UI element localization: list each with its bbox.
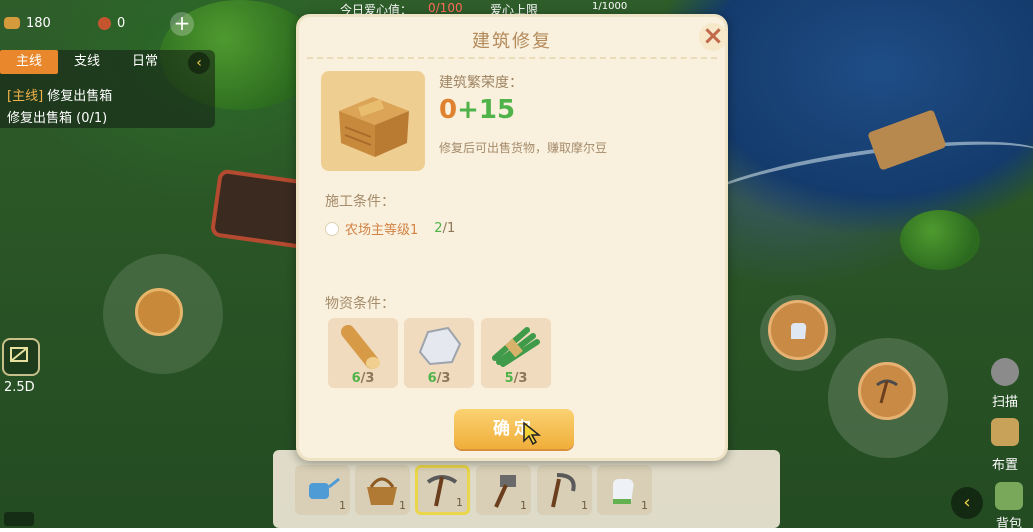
joystick-knob[interactable]: [135, 288, 183, 336]
tool-count: 1: [399, 499, 406, 512]
wood-resource: 180: [4, 10, 51, 36]
construction-condition: 农场主等级1 2/1: [325, 219, 455, 238]
condition-check-icon: [325, 221, 339, 236]
wood-count: 180: [26, 15, 51, 31]
materials-label: 物资条件：: [325, 296, 395, 312]
sale-box-icon: [339, 97, 409, 157]
building-description: 修复后可出售货物，赚取摩尔豆: [439, 141, 608, 155]
glove-action-button[interactable]: [768, 300, 828, 360]
material-count: 5/3: [481, 371, 551, 386]
tool-slot-hammer[interactable]: 1: [476, 465, 531, 515]
title-divider: [307, 57, 717, 59]
collapse-quest-button[interactable]: ‹: [188, 52, 210, 74]
camera-view-icon: [10, 347, 28, 362]
pickaxe-icon: [876, 379, 898, 404]
quest-panel: 主线 支线 日常 [主线] 修复出售箱 修复出售箱 (0/1): [0, 50, 215, 128]
tab-side-quest[interactable]: 支线: [58, 50, 116, 74]
pickaxe-action-button[interactable]: [858, 362, 916, 420]
love-value: 0/100: [428, 1, 463, 15]
scan-icon[interactable]: [991, 358, 1019, 386]
menu-icon[interactable]: [4, 512, 34, 526]
tool-count: 1: [581, 499, 588, 512]
view-mode-label: 2.5D: [4, 380, 35, 395]
love-limit-bar: 1/1000: [592, 1, 628, 12]
prosperity-value: 0+15: [439, 95, 515, 125]
tool-count: 1: [641, 499, 648, 512]
tool-slot-glove[interactable]: 1: [597, 465, 652, 515]
construction-label: 施工条件：: [325, 194, 395, 210]
grass-bundle-icon: [492, 327, 540, 367]
material-have: 5: [504, 371, 514, 386]
quest-title[interactable]: [主线] 修复出售箱: [7, 85, 112, 104]
mole-bean-icon: [98, 16, 111, 30]
layout-icon[interactable]: [991, 418, 1019, 446]
tab-daily-quest[interactable]: 日常: [116, 50, 174, 74]
condition-have: 2: [434, 221, 443, 236]
tool-count: 1: [339, 499, 346, 512]
close-button[interactable]: ×: [699, 23, 727, 51]
tool-slot-basket[interactable]: 1: [355, 465, 410, 515]
dialog-title: 建筑修复: [472, 31, 552, 52]
quest-tag: [主线]: [7, 89, 44, 104]
material-have: 6: [351, 371, 361, 386]
material-count: 6/3: [328, 371, 398, 386]
material-need: /3: [436, 371, 451, 386]
prosperity-label: 建筑繁荣度：: [439, 75, 523, 91]
material-need: /3: [360, 371, 375, 386]
collapse-side-button[interactable]: ‹: [951, 487, 983, 519]
building-thumbnail: [321, 71, 425, 171]
add-currency-button[interactable]: +: [170, 12, 194, 36]
tool-count: 1: [456, 496, 463, 509]
tool-slot-pickaxe[interactable]: 1: [415, 465, 470, 515]
shoreline: [687, 125, 1033, 239]
confirm-button[interactable]: 确定: [454, 409, 574, 449]
condition-status: 2/1: [434, 221, 455, 236]
mouse-cursor-icon: [523, 421, 542, 445]
material-slot-wood[interactable]: 6/3: [328, 318, 398, 388]
wood-icon: [4, 17, 20, 29]
condition-text: 农场主等级1: [345, 223, 419, 238]
tool-slot-watering-can[interactable]: 1: [295, 465, 350, 515]
quest-tabs: 主线 支线 日常: [0, 50, 215, 76]
condition-need: /1: [442, 221, 456, 236]
view-toggle-button[interactable]: [2, 338, 40, 376]
tab-main-quest[interactable]: 主线: [0, 50, 58, 74]
tool-count: 1: [520, 499, 527, 512]
bag-icon[interactable]: [995, 482, 1023, 510]
material-slot-grass[interactable]: 5/3: [481, 318, 551, 388]
wood-log-icon: [341, 325, 380, 369]
quest-progress: 修复出售箱 (0/1): [7, 111, 108, 126]
prosperity-increase: +15: [457, 95, 516, 125]
bag-label[interactable]: 背包: [996, 513, 1022, 532]
glove-icon: [791, 323, 807, 339]
scan-label[interactable]: 扫描: [992, 391, 1018, 410]
material-count: 6/3: [404, 371, 474, 386]
material-slot-stone[interactable]: 6/3: [404, 318, 474, 388]
layout-label[interactable]: 布置: [992, 454, 1018, 473]
prosperity-base: 0: [439, 95, 458, 125]
stone-icon: [418, 326, 462, 366]
quest-name: 修复出售箱: [47, 89, 113, 104]
material-need: /3: [513, 371, 528, 386]
bush: [900, 210, 980, 270]
tool-slot-sickle[interactable]: 1: [537, 465, 592, 515]
building-repair-dialog: 建筑修复 × 建筑繁荣度： 0+15 修复后可出售货物，赚取摩尔豆 施工条件： …: [296, 14, 728, 461]
bean-count: 0: [117, 15, 126, 31]
material-have: 6: [427, 371, 437, 386]
bean-resource: 0: [98, 10, 125, 36]
